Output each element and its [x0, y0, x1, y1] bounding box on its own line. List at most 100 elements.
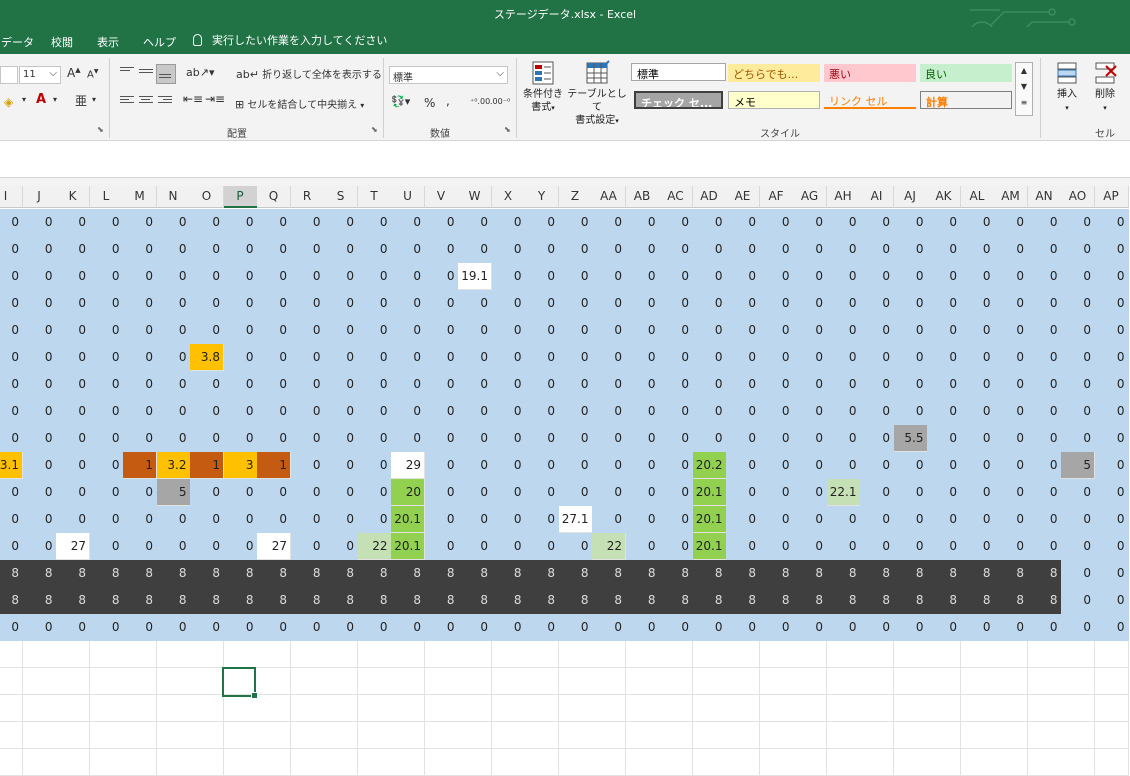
grid-cell-empty[interactable] [391, 641, 425, 668]
grid-cell[interactable]: 0 [960, 236, 995, 263]
grid-cell-empty[interactable] [793, 749, 827, 776]
grid-cell[interactable]: 0 [692, 263, 727, 290]
grid-cell[interactable]: 0 [525, 236, 559, 263]
grid-cell-empty[interactable] [424, 641, 459, 668]
grid-cell[interactable]: 0 [458, 398, 492, 425]
grid-cell[interactable]: 0 [994, 614, 1028, 641]
grid-cell[interactable]: 0 [860, 398, 894, 425]
grid-cell[interactable]: 0 [156, 263, 191, 290]
grid-cell[interactable]: 20.1 [692, 506, 727, 533]
grid-cell[interactable]: 0 [223, 290, 258, 317]
grid-cell[interactable]: 0 [290, 398, 325, 425]
grid-cell-empty[interactable] [893, 641, 928, 668]
font-dialog-launcher-icon[interactable]: ⬊ [97, 125, 104, 134]
grid-cell-empty[interactable] [0, 668, 23, 695]
grid-cell[interactable]: 0 [1061, 425, 1095, 452]
grid-cell[interactable]: 0 [156, 209, 191, 236]
grid-cell[interactable]: 0 [458, 452, 492, 479]
grid-cell[interactable]: 0 [793, 290, 827, 317]
grid-cell[interactable]: 0 [625, 263, 660, 290]
grid-cell[interactable]: 0 [22, 452, 57, 479]
grid-cell[interactable]: 0 [659, 209, 693, 236]
grid-cell[interactable]: 0 [826, 317, 861, 344]
grid-cell-empty[interactable] [759, 749, 794, 776]
grid-cell[interactable]: 0 [89, 533, 124, 560]
grid-cell[interactable]: 0 [190, 371, 224, 398]
grid-cell[interactable]: 0 [592, 263, 626, 290]
grid-cell[interactable]: 0 [56, 263, 90, 290]
grid-cell[interactable]: 8 [525, 587, 559, 614]
grid-cell[interactable]: 0 [290, 533, 325, 560]
grid-cell[interactable]: 0 [558, 371, 593, 398]
grid-cell[interactable]: 0 [927, 452, 961, 479]
column-header-t[interactable]: T [357, 186, 392, 208]
grid-cell[interactable]: 0 [22, 371, 57, 398]
grid-cell[interactable]: 0 [994, 425, 1028, 452]
grid-cell[interactable]: 0 [659, 614, 693, 641]
grid-cell-empty[interactable] [290, 749, 325, 776]
grid-cell[interactable]: 0 [1061, 209, 1095, 236]
grid-cell[interactable]: 0 [257, 371, 291, 398]
grid-cell[interactable]: 0 [525, 263, 559, 290]
grid-cell-empty[interactable] [1061, 695, 1095, 722]
grid-cell[interactable]: 0 [592, 452, 626, 479]
grid-cell-empty[interactable] [525, 641, 559, 668]
grid-cell[interactable]: 0 [994, 290, 1028, 317]
column-header-ad[interactable]: AD [692, 186, 727, 208]
grid-cell[interactable]: 0 [793, 209, 827, 236]
grid-cell-empty[interactable] [1027, 749, 1062, 776]
grid-cell[interactable]: 0 [826, 263, 861, 290]
grid-cell[interactable]: 0 [893, 344, 928, 371]
grid-cell[interactable]: 0 [960, 533, 995, 560]
grid-cell-empty[interactable] [123, 749, 157, 776]
grid-cell[interactable]: 0 [625, 452, 660, 479]
grid-cell-empty[interactable] [994, 668, 1028, 695]
grid-cell[interactable]: 0 [793, 344, 827, 371]
grid-cell[interactable]: 8 [424, 587, 459, 614]
grid-cell-empty[interactable] [22, 749, 57, 776]
grid-cell-empty[interactable] [826, 668, 861, 695]
grid-cell[interactable]: 0 [491, 290, 526, 317]
grid-cell[interactable]: 0 [625, 479, 660, 506]
grid-cell[interactable]: 0 [1027, 263, 1062, 290]
grid-cell[interactable]: 0 [893, 614, 928, 641]
grid-cell[interactable]: 0 [56, 506, 90, 533]
grid-cell[interactable]: 0 [994, 344, 1028, 371]
grid-cell[interactable]: 0 [558, 452, 593, 479]
grid-cell[interactable]: 0 [89, 371, 124, 398]
grid-cell-empty[interactable] [190, 749, 224, 776]
tab-help[interactable]: ヘルプ [143, 34, 176, 50]
grid-cell[interactable]: 0 [659, 533, 693, 560]
increase-indent-icon[interactable]: ⇥≡ [205, 92, 225, 106]
grid-cell-empty[interactable] [625, 695, 660, 722]
grid-cell[interactable]: 8 [692, 587, 727, 614]
grid-cell[interactable]: 0 [0, 479, 23, 506]
grid-cell[interactable]: 8 [290, 587, 325, 614]
grid-cell[interactable]: 0 [558, 290, 593, 317]
align-top-icon[interactable] [120, 67, 134, 77]
grid-cell[interactable]: 0 [659, 371, 693, 398]
grid-cell[interactable]: 0 [324, 263, 358, 290]
grid-cell[interactable]: 0 [659, 290, 693, 317]
style-check-cell[interactable]: チェック セ... [634, 91, 723, 109]
grid-cell[interactable]: 0 [960, 398, 995, 425]
grid-cell[interactable]: 8 [56, 587, 90, 614]
grid-cell[interactable]: 0 [659, 263, 693, 290]
grid-cell[interactable]: 0 [56, 398, 90, 425]
grid-cell[interactable]: 0 [793, 263, 827, 290]
grid-cell-empty[interactable] [893, 695, 928, 722]
grid-cell-empty[interactable] [1061, 722, 1095, 749]
grid-cell-empty[interactable] [491, 641, 526, 668]
grid-cell[interactable]: 0 [726, 452, 760, 479]
grid-cell[interactable]: 0 [726, 344, 760, 371]
style-good[interactable]: 良い [920, 64, 1012, 82]
increase-decimal-icon[interactable]: ⁺⁰.00 [470, 97, 490, 106]
column-header-am[interactable]: AM [994, 186, 1028, 208]
grid-cell[interactable]: 0 [56, 317, 90, 344]
grid-cell[interactable]: 0 [123, 398, 157, 425]
grid-cell[interactable]: 0 [123, 425, 157, 452]
column-header-m[interactable]: M [123, 186, 157, 208]
grid-cell[interactable]: 0 [357, 479, 392, 506]
grid-cell[interactable]: 0 [22, 209, 57, 236]
grid-cell[interactable]: 0 [726, 425, 760, 452]
